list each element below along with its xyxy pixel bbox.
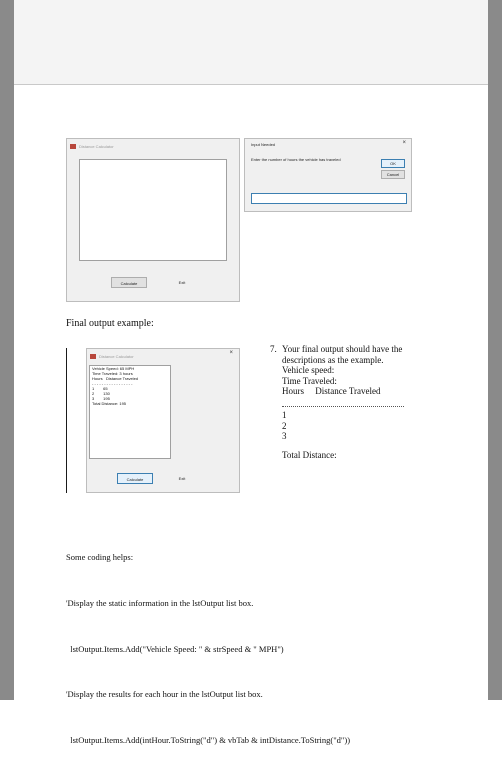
code-line: lstOutput.Items.Add("Vehicle Speed: " & … — [66, 643, 284, 654]
note-line: Your final output should have the — [282, 344, 403, 354]
previous-page-area — [14, 0, 488, 84]
window-title: Distance Calculator — [79, 143, 114, 149]
close-icon[interactable]: × — [229, 350, 233, 356]
calculate-button[interactable]: Calculate — [111, 277, 147, 288]
viewer-right-margin — [488, 0, 502, 700]
dialog-prompt: Enter the number of hours the vehicle ha… — [251, 157, 341, 162]
dotted-divider — [282, 406, 404, 407]
window-titlebar: Distance Calculator — [67, 139, 239, 153]
hour-value: 2 — [282, 420, 287, 431]
dialog-title: Input Needed — [251, 142, 276, 147]
note-line: Vehicle speed: — [282, 365, 335, 375]
code-line: lstOutput.Items.Add(intHour.ToString("d"… — [66, 734, 351, 745]
app-icon — [90, 353, 96, 359]
distance-calculator-window: Distance Calculator Calculate Exit — [66, 138, 240, 302]
note-line: Time Traveled: — [282, 375, 337, 386]
cancel-button[interactable]: Cancel — [381, 170, 405, 179]
coding-helps: Some coding helps: 'Display the static i… — [66, 520, 350, 763]
helps-heading: Some coding helps: — [66, 552, 134, 563]
input-needed-dialog: Input Needed × Enter the number of hours… — [244, 138, 412, 212]
hour-value: 3 — [282, 431, 287, 441]
window-title: Distance Calculator — [99, 353, 134, 359]
exit-button[interactable]: Exit — [167, 277, 197, 288]
hours-input[interactable] — [251, 193, 407, 204]
viewer-left-margin — [0, 0, 14, 700]
list-item: Total Distance: 195 — [92, 401, 127, 406]
output-requirements-note: 7. Your final output should have the des… — [270, 344, 420, 397]
calculate-button[interactable]: Calculate — [117, 473, 153, 484]
exit-button[interactable]: Exit — [169, 473, 195, 484]
final-output-label: Final output example: — [66, 318, 154, 329]
page-separator — [14, 84, 488, 85]
hours-list: 1 2 3 — [282, 410, 287, 442]
close-icon[interactable]: × — [402, 140, 406, 146]
output-listbox[interactable] — [79, 159, 227, 261]
window-titlebar: Distance Calculator — [87, 349, 239, 363]
output-listbox[interactable]: Vehicle Speed: 65 MPH Time Traveled: 3 h… — [89, 365, 171, 459]
code-comment: 'Display the static information in the l… — [66, 598, 254, 609]
code-comment: 'Display the results for each hour in th… — [66, 689, 263, 700]
figure-left-bar — [66, 348, 67, 493]
step-number: 7. — [270, 344, 277, 354]
total-distance-label: Total Distance: — [282, 450, 337, 460]
app-icon — [70, 143, 76, 149]
note-line: descriptions as the example. — [282, 354, 384, 365]
final-output-window: Distance Calculator × Vehicle Speed: 65 … — [86, 348, 240, 493]
note-line: Hours Distance Traveled — [282, 386, 381, 396]
ok-button[interactable]: OK — [381, 159, 405, 168]
hour-value: 1 — [282, 410, 287, 420]
